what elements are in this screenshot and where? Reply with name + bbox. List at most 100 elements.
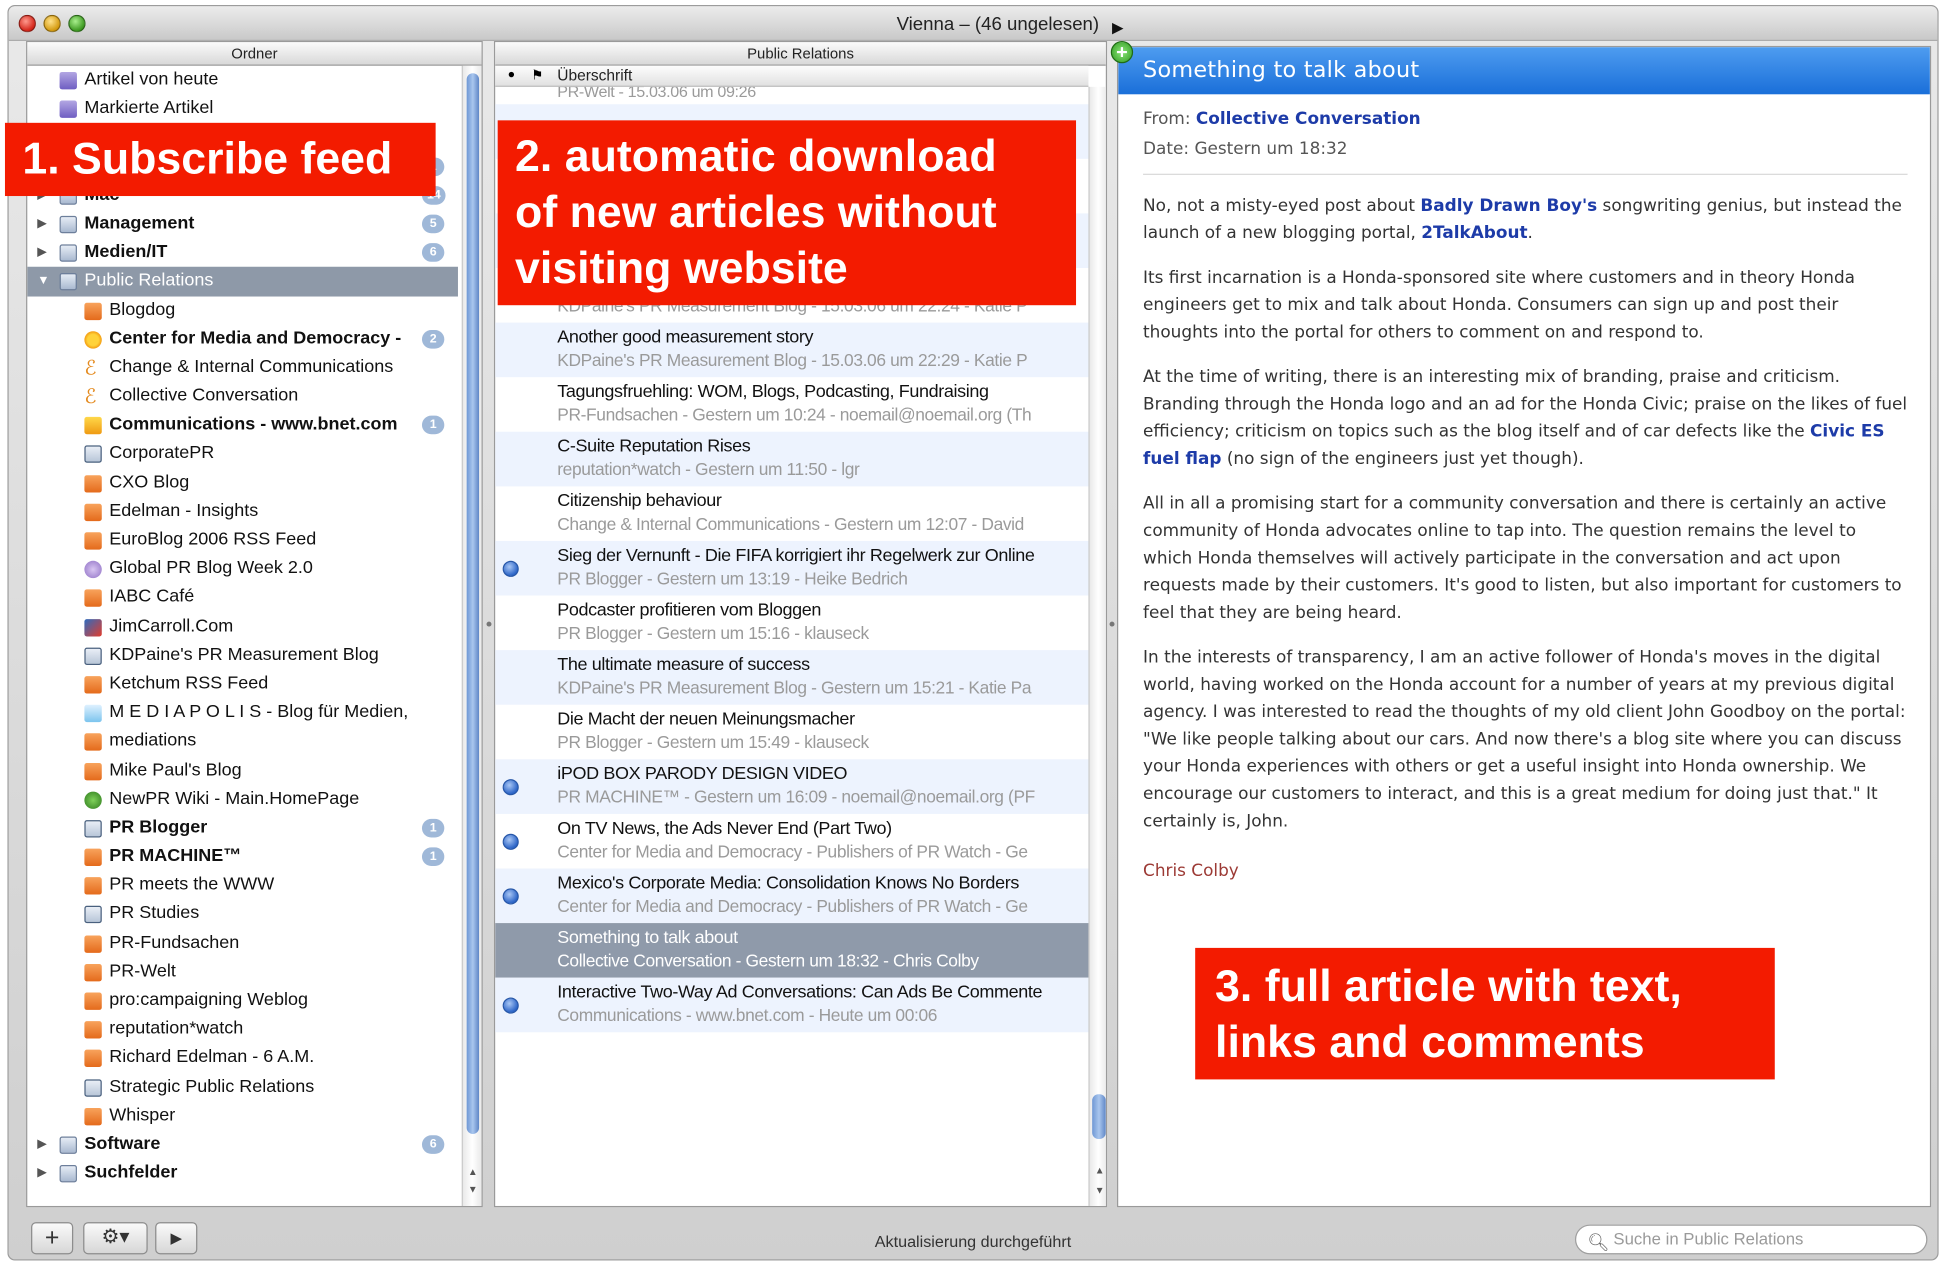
folder-row[interactable]: PR meets the WWW xyxy=(27,871,458,900)
paragraph-text: (no sign of the engineers just yet thoug… xyxy=(1221,449,1584,469)
folder-row[interactable]: IABC Café xyxy=(27,584,458,613)
article-meta: PR-Fundsachen - Gestern um 10:24 - noema… xyxy=(557,404,1032,425)
article-scrollbar[interactable]: ▲ ▼ xyxy=(1088,86,1106,1206)
article-paragraph: At the time of writing, there is an inte… xyxy=(1143,364,1908,473)
folder-row[interactable]: ▼ Public Relations xyxy=(27,267,458,296)
folder-row[interactable]: EuroBlog 2006 RSS Feed xyxy=(27,526,458,555)
folder-row[interactable]: mediations xyxy=(27,727,458,756)
read-status-column-icon[interactable]: ● xyxy=(508,66,516,86)
rss-feed-icon xyxy=(84,877,102,895)
folder-row[interactable]: CorporatePR xyxy=(27,440,458,469)
folder-row[interactable]: pro:campaigning Weblog xyxy=(27,986,458,1015)
scroll-up-arrow-icon[interactable]: ▲ xyxy=(465,1165,480,1180)
folder-row[interactable]: Richard Edelman - 6 A.M. xyxy=(27,1044,458,1073)
folder-row[interactable]: Whisper xyxy=(27,1101,458,1130)
scroll-down-arrow-icon[interactable]: ▼ xyxy=(465,1182,480,1197)
date-value: Gestern um 18:32 xyxy=(1194,138,1348,159)
unread-dot-icon[interactable] xyxy=(502,779,519,796)
folder-row[interactable]: PR-Fundsachen xyxy=(27,929,458,958)
disclosure-triangle-icon[interactable]: ▼ xyxy=(37,267,52,296)
folder-row[interactable]: Strategic Public Relations xyxy=(27,1073,458,1102)
article-row[interactable]: Sieg der Vernunft - Die FIFA korrigiert … xyxy=(495,540,1089,596)
disclosure-triangle-icon[interactable]: ▶ xyxy=(37,1159,52,1188)
folder-label: M E D I A P O L I S - Blog für Medien, xyxy=(109,702,409,723)
search-icon[interactable]: 🔍︎ xyxy=(1587,1228,1609,1255)
article-row[interactable]: C-Suite Reputation Rises reputation*watch… xyxy=(495,431,1089,487)
article-row[interactable]: On TV News, the Ads Never End (Part Two)… xyxy=(495,814,1088,869)
disclosure-triangle-icon[interactable]: ▶ xyxy=(37,238,52,267)
folder-label: Blogdog xyxy=(109,299,176,320)
headline-column-header[interactable]: Überschrift xyxy=(557,66,632,86)
folder-row[interactable]: Center for Media and Democracy - 2 xyxy=(27,325,458,354)
article-paragraph: In the interests of transparency, I am a… xyxy=(1143,647,1906,832)
folder-row[interactable]: KDPaine's PR Measurement Blog xyxy=(27,641,458,670)
conversation-icon xyxy=(84,353,101,382)
folder-row[interactable]: Mike Paul's Blog xyxy=(27,756,458,785)
search-field[interactable]: 🔍︎ Suche in Public Relations xyxy=(1574,1224,1928,1255)
folder-row[interactable]: NewPR Wiki - Main.HomePage xyxy=(27,785,458,814)
folder-row[interactable]: CXO Blog xyxy=(27,469,458,498)
flag-column-icon[interactable]: ⚑ xyxy=(531,66,543,86)
folder-label: Edelman - Insights xyxy=(109,501,259,521)
folder-scrollbar[interactable]: ▲ ▼ xyxy=(461,65,482,1206)
article-row[interactable]: PR-Welt - 15.03.06 um 09:26 xyxy=(495,87,1088,104)
folder-pane-header[interactable]: Ordner xyxy=(27,42,482,66)
unread-dot-icon[interactable] xyxy=(502,888,519,905)
folder-row[interactable]: Change & Internal Communications xyxy=(27,353,458,382)
folder-row[interactable]: ▶ Medien/IT 6 xyxy=(27,238,458,267)
folder-label: Center for Media and Democracy - xyxy=(109,328,402,349)
2talkabout-link[interactable]: 2TalkAbout xyxy=(1421,223,1527,243)
article-row[interactable]: Tagungsfruehling: WOM, Blogs, Podcasting… xyxy=(495,377,1088,432)
article-row[interactable]: The ultimate measure of success KDPaine's… xyxy=(495,650,1089,705)
folder-row[interactable]: ▶ Management 5 xyxy=(27,210,458,239)
folder-row[interactable]: Blogdog xyxy=(27,296,458,325)
folder-icon xyxy=(59,215,77,234)
folder-row[interactable]: PR Blogger 1 xyxy=(27,814,458,843)
from-link[interactable]: Collective Conversation xyxy=(1196,109,1421,129)
article-title: Citizenship behaviour xyxy=(557,491,722,512)
article-row[interactable]: Citizenship behaviour Change & Internal C… xyxy=(495,486,1088,541)
window-title: Vienna – (46 ungelesen) xyxy=(896,13,1100,35)
article-row[interactable]: Something to talk about Collective Conver… xyxy=(495,923,1089,978)
unread-dot-icon[interactable] xyxy=(502,833,519,850)
folder-row[interactable]: ▶ Software 6 xyxy=(27,1130,458,1159)
folder-row[interactable]: Collective Conversation xyxy=(27,382,458,411)
article-row[interactable]: Podcaster profitieren vom Bloggen PR Blog… xyxy=(495,596,1088,651)
title-bar: Vienna – (46 ungelesen) xyxy=(8,6,1938,41)
callout-line: links and comments xyxy=(1215,1016,1645,1068)
unread-dot-icon[interactable] xyxy=(502,997,519,1014)
folder-row[interactable]: PR Studies xyxy=(27,900,458,929)
article-column-header[interactable]: ● ⚑ Überschrift xyxy=(495,65,1089,87)
article-row[interactable]: Die Macht der neuen Meinungsmacher PR Blo… xyxy=(495,705,1088,760)
badly-drawn-boy-link[interactable]: Badly Drawn Boy's xyxy=(1420,196,1597,216)
folder-row[interactable]: PR MACHINE™ 1 xyxy=(27,843,458,872)
unread-dot-icon[interactable] xyxy=(502,560,519,577)
folder-row[interactable]: Artikel von heute xyxy=(27,66,458,95)
folder-list: Artikel von heuteMarkierte Artikel▶Kultu… xyxy=(27,66,458,1188)
folder-row[interactable]: JimCarroll.Com xyxy=(27,612,458,641)
folder-row[interactable]: ▶ Suchfelder xyxy=(27,1159,458,1188)
article-row[interactable]: iPOD BOX PARODY DESIGN VIDEO PR MACHINE™ … xyxy=(495,759,1089,814)
folder-row[interactable]: M E D I A P O L I S - Blog für Medien, xyxy=(27,699,458,728)
article-row[interactable]: Mexico's Corporate Media: Consolidation … xyxy=(495,868,1089,924)
disclosure-triangle-icon[interactable]: ▶ xyxy=(37,1130,52,1159)
folder-label: Ketchum RSS Feed xyxy=(109,673,269,694)
folder-row[interactable]: Ketchum RSS Feed xyxy=(27,670,458,699)
scroll-down-arrow-icon[interactable]: ▼ xyxy=(1092,1184,1106,1199)
disclosure-triangle-icon[interactable]: ▶ xyxy=(37,210,52,239)
folder-row[interactable]: Markierte Artikel xyxy=(27,95,458,124)
folder-row[interactable]: PR-Welt xyxy=(27,958,458,987)
article-row[interactable]: Another good measurement story KDPaine's … xyxy=(495,322,1089,378)
unread-count-badge: 1 xyxy=(421,847,445,867)
date-label: Date: xyxy=(1143,138,1190,159)
folder-row[interactable]: Communications - www.bnet.com 1 xyxy=(27,411,458,440)
folder-row[interactable]: Edelman - Insights xyxy=(27,497,458,526)
folder-row[interactable]: reputation*watch xyxy=(27,1015,458,1044)
article-row[interactable]: Interactive Two-Way Ad Conversations: Ca… xyxy=(495,977,1089,1033)
article-scroll-thumb[interactable] xyxy=(1092,1094,1106,1139)
article-splitter[interactable] xyxy=(1107,41,1117,1207)
folder-row[interactable]: Global PR Blog Week 2.0 xyxy=(27,555,458,584)
folder-scroll-thumb[interactable] xyxy=(466,73,480,1134)
folder-splitter[interactable] xyxy=(484,41,494,1207)
scroll-up-arrow-icon[interactable]: ▲ xyxy=(1092,1164,1106,1179)
